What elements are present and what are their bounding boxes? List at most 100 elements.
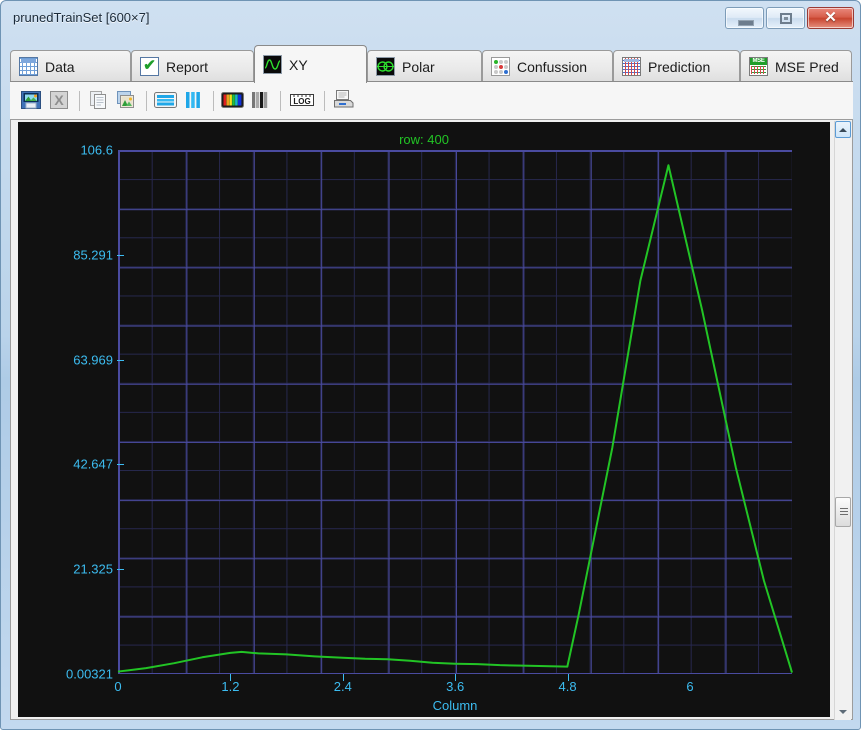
tab-confussion-label: Confussion	[517, 58, 588, 75]
tab-mse-pred-label: MSE Pred	[775, 58, 839, 75]
print-icon	[334, 90, 354, 108]
log-label: LOG	[293, 97, 310, 106]
xy-plot-icon	[263, 55, 282, 74]
polar-plot-icon-svg	[377, 61, 394, 72]
tab-xy-label: XY	[289, 56, 308, 73]
close-button[interactable]: ✕	[807, 7, 854, 29]
y-tick-label: 42.647	[73, 456, 113, 472]
x-tick-label: 4.8	[558, 679, 577, 694]
tab-prediction-label: Prediction	[648, 58, 711, 75]
main-window: prunedTrainSet [600×7] ✕ Data ✔ Report X…	[0, 0, 861, 730]
tab-report-label: Report	[166, 58, 209, 75]
minimize-button[interactable]	[725, 7, 764, 29]
chart-canvas[interactable]: row: 400 106.6 85.291 63.969 42.647 21.3…	[18, 122, 830, 717]
window-controls: ✕	[725, 7, 854, 29]
horizontal-bars-icon	[154, 92, 177, 108]
vertical-bars-button[interactable]	[181, 88, 206, 113]
log-scale-button[interactable]: LOG	[287, 88, 317, 113]
horizontal-bars-button[interactable]	[153, 88, 178, 113]
toolbar-separator	[324, 90, 325, 111]
y-tick-label: 21.325	[73, 561, 113, 577]
polar-plot-icon	[376, 57, 395, 76]
close-icon: ✕	[824, 9, 837, 26]
toolbar-separator	[213, 90, 214, 111]
y-tick-label: 85.291	[73, 247, 113, 263]
maximize-button[interactable]	[766, 7, 805, 29]
minimize-icon	[738, 20, 754, 26]
scroll-up-arrow-icon	[839, 127, 847, 132]
checkmark-icon: ✔	[140, 57, 159, 76]
mse-icon-text: MSE	[750, 58, 767, 65]
grayscale-palette-icon	[252, 92, 268, 108]
tab-data-label: Data	[45, 58, 75, 75]
y-tick-mark	[117, 569, 124, 571]
mse-icon-grid	[751, 66, 766, 74]
scroll-up-button[interactable]	[835, 121, 851, 138]
dot	[494, 60, 498, 64]
dot	[504, 60, 508, 64]
print-button[interactable]	[331, 88, 356, 113]
tab-confussion[interactable]: Confussion	[482, 50, 613, 82]
save-image-button[interactable]	[19, 88, 44, 113]
mse-grid-icon: MSE	[749, 57, 768, 76]
prediction-grid-icon	[622, 57, 641, 76]
y-tick-label: 106.6	[80, 142, 113, 158]
x-tick-label: 6	[686, 679, 694, 694]
table-grid-icon	[19, 57, 38, 76]
color-palette-button[interactable]	[220, 88, 245, 113]
confusion-dots-icon	[491, 57, 510, 76]
scroll-down-arrow-icon	[839, 709, 847, 714]
save-image-icon	[21, 91, 41, 109]
x-tick-label: 1.2	[221, 679, 240, 694]
maximize-icon	[780, 13, 792, 24]
y-axis: 106.6 85.291 63.969 42.647 21.325 0.0032…	[18, 122, 113, 717]
copy-button[interactable]	[86, 88, 111, 113]
vertical-bars-icon	[186, 92, 200, 108]
title-bar: prunedTrainSet [600×7] ✕	[1, 1, 860, 37]
copy-image-icon	[117, 91, 134, 108]
tab-mse-pred[interactable]: MSE MSE Pred	[740, 50, 852, 82]
y-tick-label: 63.969	[73, 352, 113, 368]
chart-toolbar: X LOG	[10, 82, 853, 119]
tab-data[interactable]: Data	[10, 50, 131, 82]
chart-gridlines	[118, 150, 792, 674]
tab-polar[interactable]: Polar	[367, 50, 482, 82]
x-tick-label: 3.6	[446, 679, 465, 694]
copy-image-button[interactable]	[114, 88, 139, 113]
dot	[499, 70, 503, 74]
export-excel-button[interactable]: X	[47, 88, 72, 113]
status-bar	[2, 719, 859, 728]
dot	[494, 65, 498, 69]
vertical-scrollbar[interactable]	[834, 121, 851, 720]
dot	[504, 70, 508, 74]
svg-text:X: X	[54, 92, 64, 108]
tab-strip: Data ✔ Report XY Polar Confussion Predic…	[10, 45, 853, 83]
dot	[499, 60, 503, 64]
color-palette-icon	[221, 92, 244, 108]
toolbar-separator	[280, 90, 281, 111]
xy-plot-icon-svg	[264, 59, 281, 70]
tab-polar-label: Polar	[402, 58, 435, 75]
window-title: prunedTrainSet [600×7]	[13, 10, 150, 25]
toolbar-separator	[146, 90, 147, 111]
dot	[499, 65, 503, 69]
scroll-down-button[interactable]	[835, 703, 851, 720]
x-tick-label: 0	[114, 679, 122, 694]
chart-title: row: 400	[399, 132, 449, 147]
tab-report[interactable]: ✔ Report	[131, 50, 254, 82]
copy-icon	[90, 91, 106, 109]
y-tick-mark	[117, 464, 124, 466]
tab-prediction[interactable]: Prediction	[613, 50, 740, 82]
export-excel-icon: X	[50, 91, 68, 109]
scroll-thumb[interactable]	[835, 497, 851, 527]
y-tick-label: 0.00321	[66, 666, 113, 682]
log-scale-icon: LOG	[290, 94, 314, 106]
dot	[504, 65, 508, 69]
toolbar-separator	[79, 90, 80, 111]
x-tick-label: 2.4	[333, 679, 352, 694]
y-tick-mark	[117, 254, 124, 256]
tab-xy[interactable]: XY	[254, 45, 367, 83]
x-axis-title: Column	[432, 698, 478, 713]
scroll-thumb-grip-icon	[840, 508, 848, 516]
grayscale-palette-button[interactable]	[248, 88, 273, 113]
